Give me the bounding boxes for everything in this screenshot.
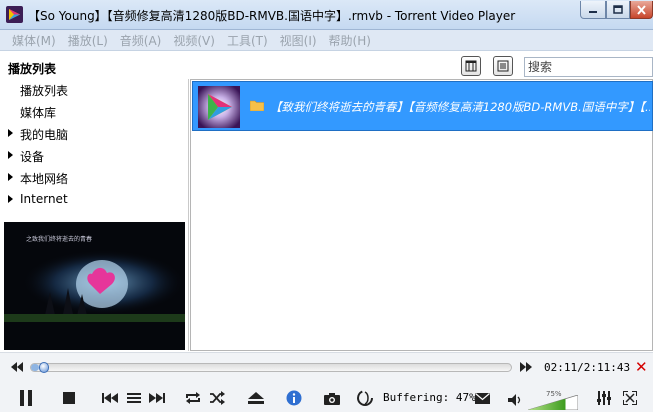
skip-previous-icon	[102, 393, 118, 403]
pause-button[interactable]	[16, 388, 36, 408]
buffering-status: Buffering: 47%	[383, 391, 476, 404]
maximize-button[interactable]	[606, 1, 630, 19]
menu-tools[interactable]: 工具(T)	[221, 32, 274, 49]
seek-bar[interactable]	[30, 362, 512, 373]
icon-view-button[interactable]	[461, 56, 481, 76]
sidebar: 播放列表 播放列表 媒体库 我的电脑 设备 本地网络 Internet 之致我们…	[0, 55, 188, 352]
window-title: 【So Young】【音频修复高清1280版BD-RMVB.国语中字】.rmvb…	[28, 9, 516, 23]
seek-backward-icon[interactable]	[10, 361, 24, 373]
repeat-icon	[186, 392, 200, 404]
playlist-panel: 【致我们终将逝去的青春】【音频修复高清1280版BD-RMVB.国语中字】【..…	[190, 79, 653, 351]
stop-button[interactable]	[59, 388, 79, 408]
sidebar-item-my-computer[interactable]: 我的电脑	[20, 126, 68, 143]
playlist-toggle-button[interactable]	[124, 388, 144, 408]
fullscreen-button[interactable]	[620, 388, 640, 408]
eject-icon	[248, 392, 264, 404]
list-view-icon	[497, 60, 509, 72]
playlist-item[interactable]: 【致我们终将逝去的青春】【音频修复高清1280版BD-RMVB.国语中字】【..…	[192, 81, 653, 131]
menu-help[interactable]: 帮助(H)	[323, 32, 377, 49]
volume-icon[interactable]	[508, 394, 522, 406]
expand-arrow-icon[interactable]	[8, 129, 13, 137]
info-icon	[286, 390, 302, 406]
video-preview[interactable]: 之致我们终将逝去的青春	[4, 222, 185, 350]
mail-icon	[474, 392, 490, 404]
minimize-button[interactable]	[580, 1, 606, 19]
expand-arrow-icon[interactable]	[8, 151, 13, 159]
info-button[interactable]	[284, 388, 304, 408]
sidebar-item-devices[interactable]: 设备	[20, 148, 44, 165]
playlist-toolbar	[190, 55, 653, 79]
minimize-icon	[589, 10, 597, 13]
equalizer-button[interactable]	[594, 388, 614, 408]
sidebar-item-media-library[interactable]: 媒体库	[20, 104, 56, 121]
player-controls: 02:11/2:11:43 ✕ Buffering: 47% 75%	[0, 352, 653, 412]
menu-video[interactable]: 视频(V)	[167, 32, 221, 49]
volume-slider[interactable]	[528, 395, 578, 410]
previous-button[interactable]	[100, 388, 120, 408]
shuffle-icon	[210, 391, 225, 405]
seek-forward-icon[interactable]	[519, 361, 533, 373]
preview-caption: 之致我们终将逝去的青春	[26, 236, 93, 243]
sidebar-item-internet[interactable]: Internet	[20, 192, 68, 206]
sidebar-item-local-network[interactable]: 本地网络	[20, 170, 68, 187]
stop-icon	[63, 392, 75, 404]
close-window-button[interactable]	[630, 1, 653, 19]
pause-icon	[20, 390, 32, 406]
expand-arrow-icon[interactable]	[8, 195, 13, 203]
menu-view[interactable]: 视图(I)	[274, 32, 323, 49]
maximize-icon	[613, 5, 623, 14]
next-button[interactable]	[147, 388, 167, 408]
equalizer-icon	[597, 391, 611, 405]
list-view-button[interactable]	[493, 56, 513, 76]
seek-progress	[31, 364, 40, 371]
shuffle-button[interactable]	[207, 388, 227, 408]
fullscreen-icon	[623, 391, 637, 405]
title-bar: 【So Young】【音频修复高清1280版BD-RMVB.国语中字】.rmvb…	[0, 0, 653, 30]
app-logo-icon	[6, 6, 23, 23]
seek-handle[interactable]	[39, 362, 50, 373]
camera-icon	[324, 392, 340, 405]
folder-icon	[250, 100, 264, 111]
search-input[interactable]	[524, 57, 653, 77]
panel-divider[interactable]	[188, 79, 189, 351]
menu-audio[interactable]: 音频(A)	[114, 32, 168, 49]
skip-next-icon	[149, 393, 165, 403]
spinner-icon	[357, 390, 373, 406]
loading-indicator	[355, 388, 375, 408]
close-media-icon[interactable]: ✕	[635, 360, 648, 375]
time-display: 02:11/2:11:43	[544, 361, 631, 374]
sidebar-header: 播放列表	[8, 62, 57, 76]
close-icon	[637, 4, 646, 15]
video-thumbnail-icon	[198, 86, 240, 128]
eject-button[interactable]	[246, 388, 266, 408]
playlist-icon	[127, 393, 141, 403]
repeat-button[interactable]	[183, 388, 203, 408]
menu-media[interactable]: 媒体(M)	[0, 32, 62, 49]
sidebar-item-playlist[interactable]: 播放列表	[20, 82, 68, 99]
menu-playback[interactable]: 播放(L)	[62, 32, 114, 49]
mail-button[interactable]	[472, 388, 492, 408]
playlist-item-title: 【致我们终将逝去的青春】【音频修复高清1280版BD-RMVB.国语中字】【..…	[270, 100, 650, 114]
expand-arrow-icon[interactable]	[8, 173, 13, 181]
snapshot-button[interactable]	[322, 388, 342, 408]
thumbnail-view-icon	[465, 60, 477, 72]
menu-bar: 媒体(M) 播放(L) 音频(A) 视频(V) 工具(T) 视图(I) 帮助(H…	[0, 30, 653, 51]
